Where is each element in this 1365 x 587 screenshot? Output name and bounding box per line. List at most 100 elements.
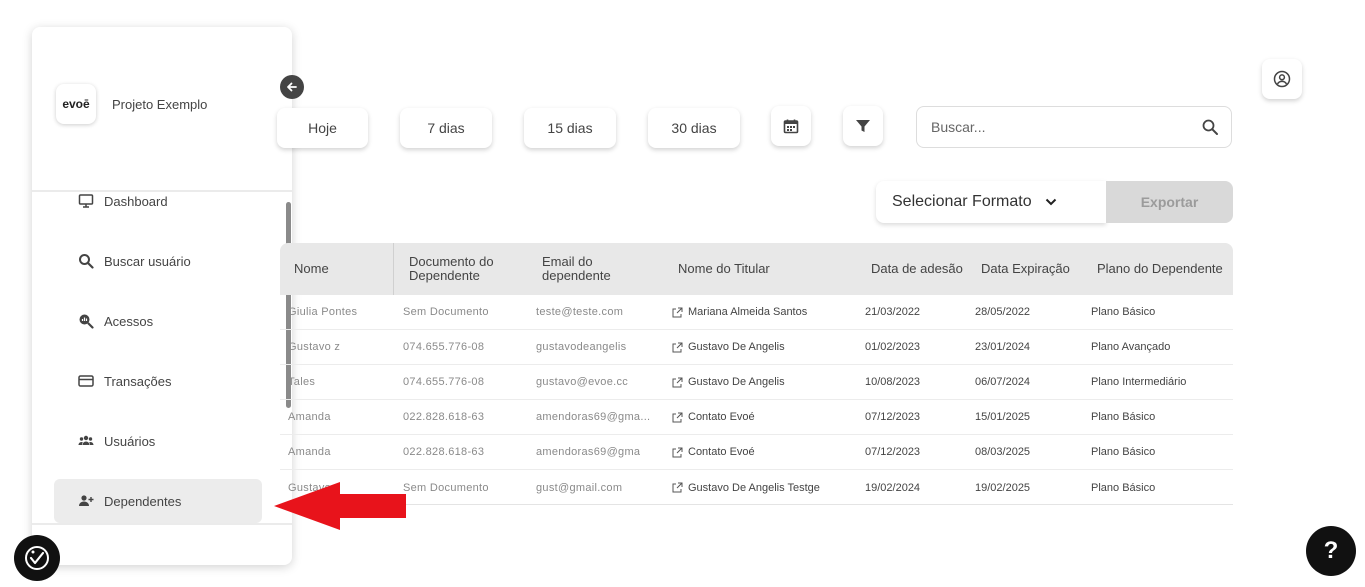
collapse-sidebar-button[interactable] — [280, 75, 304, 99]
cell-name: Giulia Pontes — [288, 306, 358, 318]
column-header[interactable]: Nome — [280, 262, 394, 276]
cell-document: 074.655.776-08 — [403, 341, 485, 353]
users-icon — [78, 435, 94, 445]
column-header[interactable]: Plano do Dependente — [1087, 262, 1233, 276]
cell-holder[interactable]: Gustavo De Angelis Testge — [664, 482, 854, 494]
table-row[interactable]: Tales 074.655.776-08 gustavo@evoe.cc Gus… — [280, 365, 1233, 400]
cell-join-date: 19/02/2024 — [865, 481, 921, 494]
brand-logo: evoē — [56, 84, 96, 124]
cell-email: amendoras69@gma — [536, 446, 641, 458]
user-account-button[interactable] — [1262, 59, 1302, 99]
cell-plan: Plano Básico — [1091, 306, 1156, 318]
external-link-icon — [672, 447, 683, 457]
column-header[interactable]: Data de adesão — [854, 262, 969, 276]
cell-holder[interactable]: Contato Evoé — [664, 411, 854, 423]
table-row[interactable]: Giulia Pontes Sem Documento teste@teste.… — [280, 295, 1233, 330]
cell-email: gustavodeangelis — [536, 341, 627, 353]
cell-expiry-date: 08/03/2025 — [975, 446, 1031, 458]
holder-name: Gustavo De Angelis Testge — [688, 481, 820, 494]
search-icon — [79, 254, 94, 269]
cell-holder[interactable]: Gustavo De Angelis — [664, 376, 854, 388]
sidebar-item-acessos[interactable]: Acessos — [54, 299, 262, 343]
select-format-label: Selecionar Formato — [892, 193, 1032, 210]
sidebar-item-label: Usuários — [104, 433, 156, 449]
holder-name: Mariana Almeida Santos — [688, 306, 808, 318]
cell-holder[interactable]: Gustavo De Angelis — [664, 341, 854, 353]
table-row[interactable]: Gustavo Sem Documento gust@gmail.com Gus… — [280, 470, 1233, 504]
cell-holder[interactable]: Mariana Almeida Santos — [664, 306, 854, 318]
filter-15-days-button[interactable]: 15 dias — [524, 108, 616, 148]
cell-join-date: 07/12/2023 — [865, 411, 921, 423]
cell-name: Tales — [288, 376, 316, 388]
sidebar-item-label: Buscar usuário — [104, 253, 191, 269]
sidebar-item-label: Dependentes — [104, 493, 182, 509]
table-row[interactable]: Amanda 022.828.618-63 amendoras69@gma Co… — [280, 435, 1233, 470]
holder-name: Contato Evoé — [688, 446, 755, 458]
cell-expiry-date: 23/01/2024 — [975, 341, 1031, 353]
search-icon[interactable] — [1201, 118, 1219, 136]
dependents-table: Nome Documento do Dependente Email do de… — [280, 243, 1233, 505]
sidebar-divider — [32, 523, 292, 525]
sidebar: evoē Projeto Exemplo Dashboard Buscar us… — [32, 27, 292, 565]
search-box — [916, 106, 1232, 148]
sidebar-item-dependentes[interactable]: Dependentes — [54, 479, 262, 523]
cell-expiry-date: 06/07/2024 — [975, 376, 1031, 388]
table-header: Nome Documento do Dependente Email do de… — [280, 243, 1233, 295]
user-circle-icon — [1273, 70, 1291, 88]
cell-expiry-date: 28/05/2022 — [975, 306, 1031, 318]
column-divider — [393, 243, 394, 295]
accessibility-icon — [25, 546, 49, 570]
external-link-icon — [672, 377, 683, 387]
table-body: Giulia Pontes Sem Documento teste@teste.… — [280, 295, 1233, 504]
sidebar-item-label: Transações — [104, 373, 172, 389]
arrow-left-icon — [287, 82, 297, 92]
external-link-icon — [672, 412, 683, 422]
table-row[interactable]: Amanda 022.828.618-63 amendoras69@gma...… — [280, 400, 1233, 435]
accessibility-button[interactable] — [14, 535, 60, 581]
column-header[interactable]: Nome do Titular — [664, 262, 854, 276]
filter-30-days-button[interactable]: 30 dias — [648, 108, 740, 148]
cell-email: gust@gmail.com — [536, 481, 623, 494]
holder-name: Gustavo De Angelis — [688, 376, 785, 388]
cell-plan: Plano Básico — [1091, 411, 1156, 423]
sidebar-item-buscar-usuario[interactable]: Buscar usuário — [54, 239, 262, 283]
column-header[interactable]: Documento do Dependente — [394, 255, 526, 283]
help-icon: ? — [1323, 537, 1339, 564]
holder-name: Contato Evoé — [688, 411, 755, 423]
search-input[interactable] — [931, 119, 1201, 135]
sidebar-item-usuarios[interactable]: Usuários — [54, 419, 262, 463]
calendar-button[interactable] — [771, 106, 811, 146]
holder-name: Gustavo De Angelis — [688, 341, 785, 353]
external-link-icon — [672, 342, 683, 352]
filter-today-button[interactable]: Hoje — [277, 108, 368, 148]
cell-holder[interactable]: Contato Evoé — [664, 446, 854, 458]
help-button[interactable]: ? — [1306, 526, 1356, 576]
cell-document: Sem Documento — [403, 306, 489, 318]
sidebar-item-label: Dashboard — [104, 193, 168, 209]
user-add-icon — [79, 495, 94, 506]
cell-join-date: 21/03/2022 — [865, 306, 921, 318]
sidebar-item-dashboard[interactable]: Dashboard — [54, 179, 262, 223]
sidebar-item-transacoes[interactable]: Transações — [54, 359, 262, 403]
cell-document: 074.655.776-08 — [403, 376, 485, 388]
sidebar-item-label: Acessos — [104, 313, 154, 329]
cell-document: Sem Documento — [403, 481, 489, 494]
filter-7-days-button[interactable]: 7 dias — [400, 108, 492, 148]
cell-email: teste@teste.com — [536, 306, 624, 318]
cell-join-date: 10/08/2023 — [865, 376, 921, 388]
cell-plan: Plano Básico — [1091, 446, 1156, 458]
calendar-icon — [783, 119, 799, 134]
filter-button[interactable] — [843, 106, 883, 146]
cell-plan: Plano Intermediário — [1091, 376, 1187, 388]
monitor-icon — [78, 194, 94, 208]
brand[interactable]: evoē Projeto Exemplo — [56, 84, 207, 124]
cell-join-date: 07/12/2023 — [865, 446, 921, 458]
filter-icon — [856, 120, 870, 132]
column-header[interactable]: Data Expiração — [969, 262, 1087, 276]
column-header[interactable]: Email do dependente — [526, 255, 664, 283]
credit-card-icon — [78, 375, 94, 387]
project-name: Projeto Exemplo — [112, 96, 208, 112]
export-button[interactable]: Exportar — [1106, 181, 1233, 223]
select-format-dropdown[interactable]: Selecionar Formato — [876, 181, 1106, 223]
table-row[interactable]: Gustavo z 074.655.776-08 gustavodeangeli… — [280, 330, 1233, 365]
